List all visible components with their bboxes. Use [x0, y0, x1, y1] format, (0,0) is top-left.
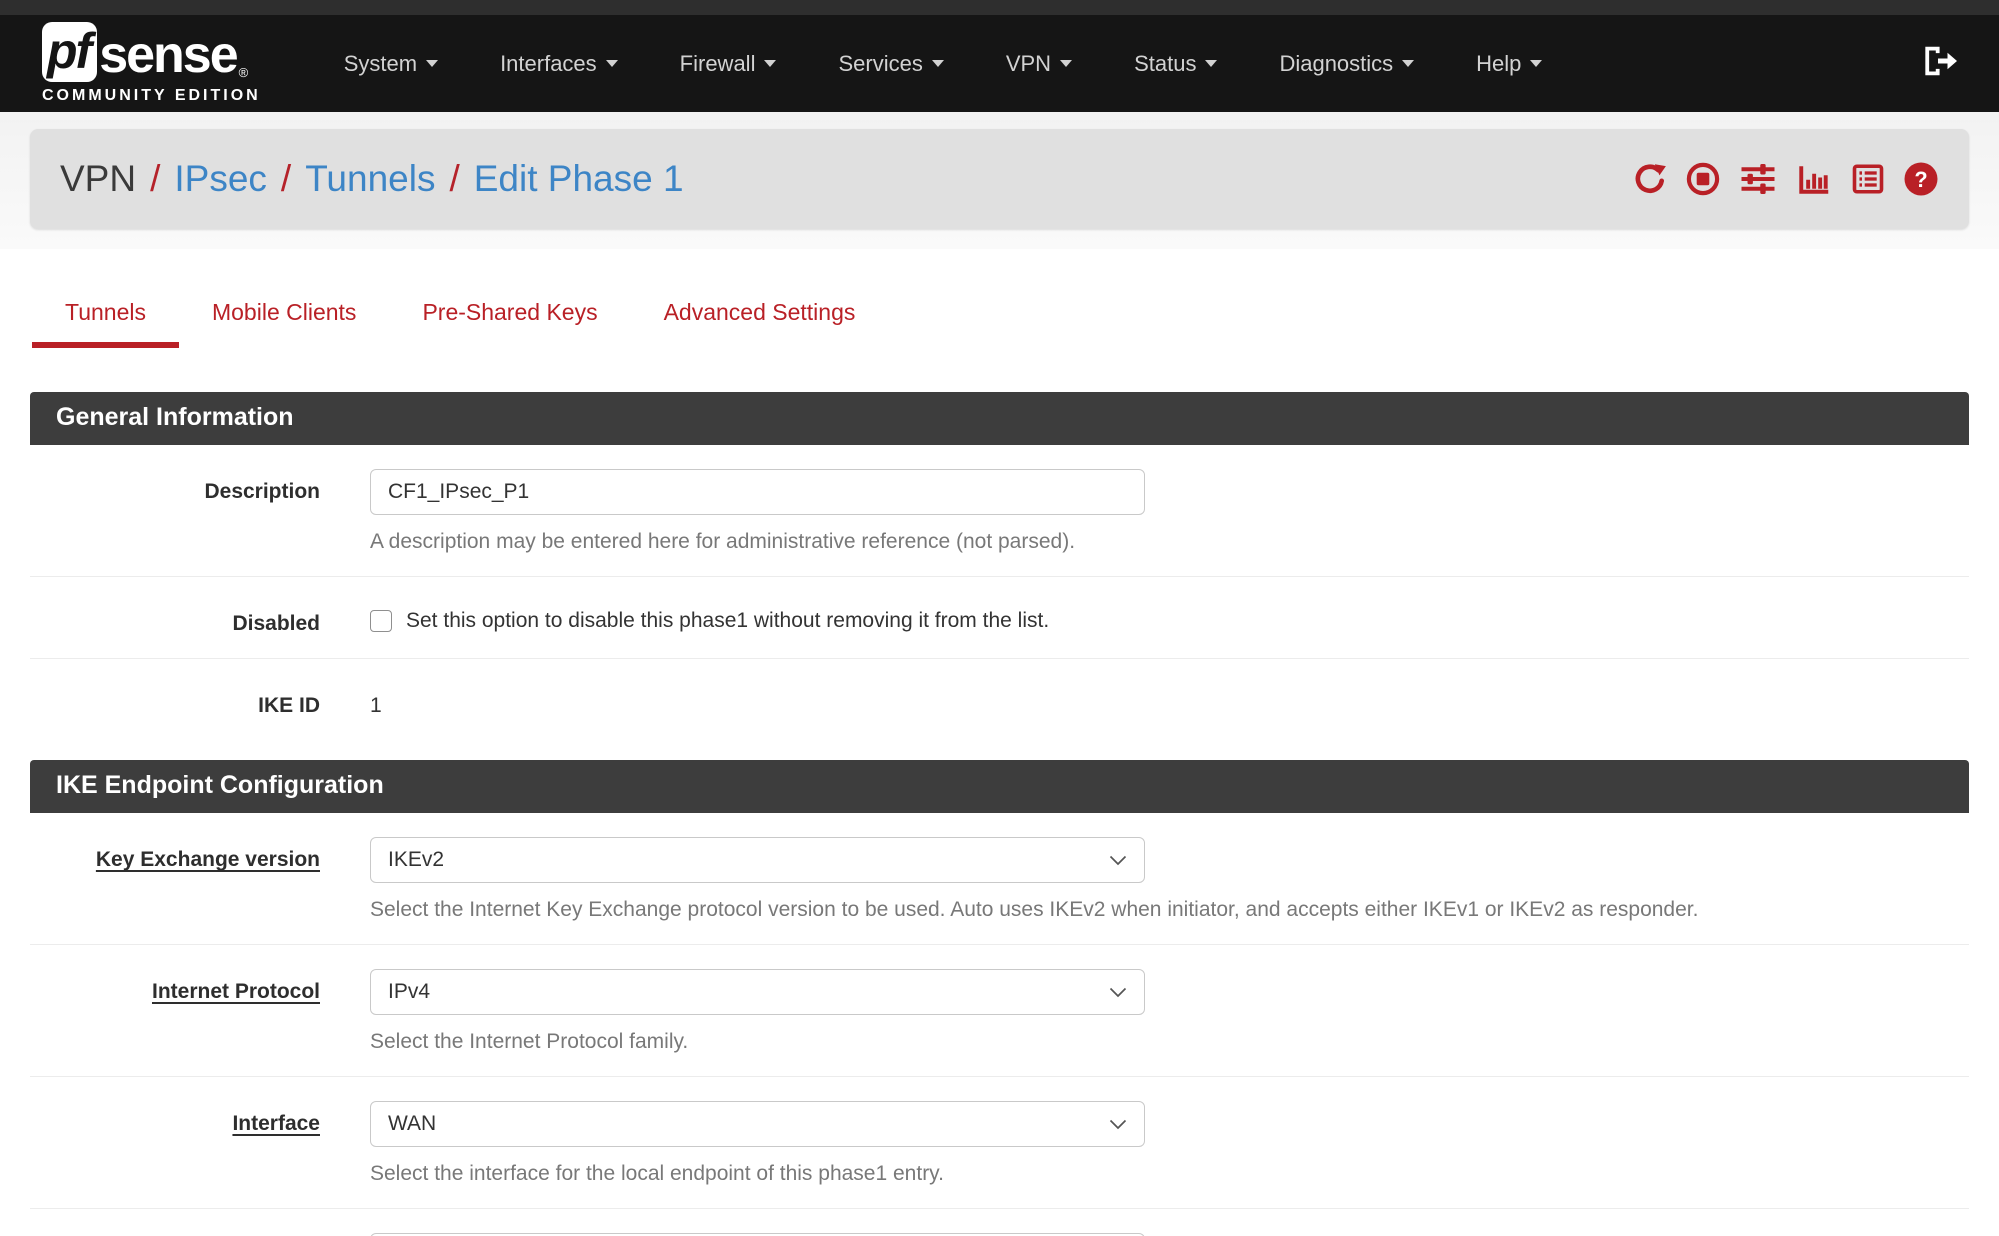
- tab-advanced-settings[interactable]: Advanced Settings: [631, 289, 889, 348]
- description-label: Description: [30, 469, 320, 554]
- status-chart-icon[interactable]: [1795, 161, 1833, 197]
- disabled-checkbox-label[interactable]: Set this option to disable this phase1 w…: [406, 609, 1049, 633]
- disabled-checkbox[interactable]: [370, 610, 392, 632]
- key-exchange-version-help: Select the Internet Key Exchange protoco…: [370, 898, 1698, 922]
- help-icon[interactable]: ?: [1903, 161, 1939, 197]
- breadcrumb-region: VPN / IPsec / Tunnels / Edit Phase 1: [0, 112, 1999, 249]
- chevron-down-icon: [1109, 848, 1127, 872]
- sign-out-icon: [1919, 42, 1957, 85]
- refresh-icon[interactable]: [1632, 161, 1668, 197]
- caret-down-icon: [426, 60, 438, 67]
- internet-protocol-label: Internet Protocol: [30, 969, 320, 1054]
- description-input[interactable]: [370, 469, 1145, 515]
- breadcrumb: VPN / IPsec / Tunnels / Edit Phase 1: [30, 129, 1969, 229]
- nav-item-help[interactable]: Help: [1445, 15, 1573, 112]
- caret-down-icon: [1530, 60, 1542, 67]
- logout-button[interactable]: [1919, 42, 1957, 85]
- ike-endpoint-configuration-header: IKE Endpoint Configuration: [30, 760, 1969, 813]
- ike-id-row: IKE ID 1: [30, 659, 1969, 740]
- breadcrumb-tunnels-link[interactable]: Tunnels: [305, 158, 435, 200]
- nav-item-interfaces[interactable]: Interfaces: [469, 15, 649, 112]
- registered-mark: ®: [239, 65, 249, 80]
- main-navbar: pf sense ® COMMUNITY EDITION System Inte…: [0, 15, 1999, 112]
- internet-protocol-select[interactable]: IPv4: [370, 969, 1145, 1015]
- caret-down-icon: [1060, 60, 1072, 67]
- nav-item-status[interactable]: Status: [1103, 15, 1248, 112]
- nav-item-vpn[interactable]: VPN: [975, 15, 1103, 112]
- community-edition-tagline: COMMUNITY EDITION: [42, 87, 261, 105]
- nav-item-system[interactable]: System: [313, 15, 469, 112]
- breadcrumb-edit-phase1-link[interactable]: Edit Phase 1: [474, 158, 684, 200]
- breadcrumb-separator: /: [281, 158, 291, 200]
- nav-item-diagnostics[interactable]: Diagnostics: [1248, 15, 1445, 112]
- internet-protocol-help: Select the Internet Protocol family.: [370, 1030, 1145, 1054]
- sense-logo-text: sense: [99, 28, 236, 82]
- disabled-label: Disabled: [30, 601, 320, 636]
- stop-service-icon[interactable]: [1685, 161, 1721, 197]
- breadcrumb-separator: /: [150, 158, 160, 200]
- tab-tunnels[interactable]: Tunnels: [32, 289, 179, 348]
- breadcrumb-ipsec-link[interactable]: IPsec: [174, 158, 267, 200]
- interface-label: Interface: [30, 1101, 320, 1186]
- general-information-header: General Information: [30, 392, 1969, 445]
- nav-item-services[interactable]: Services: [807, 15, 974, 112]
- key-exchange-version-row: Key Exchange version IKEv2 Select the In…: [30, 813, 1969, 945]
- sliders-icon[interactable]: [1738, 161, 1778, 197]
- interface-row: Interface WAN Select the interface for t…: [30, 1077, 1969, 1209]
- nav-item-firewall[interactable]: Firewall: [649, 15, 808, 112]
- svg-text:?: ?: [1914, 167, 1927, 192]
- interface-help: Select the interface for the local endpo…: [370, 1162, 1145, 1186]
- caret-down-icon: [932, 60, 944, 67]
- key-exchange-version-select[interactable]: IKEv2: [370, 837, 1145, 883]
- subnav-tabs: Tunnels Mobile Clients Pre-Shared Keys A…: [32, 289, 1969, 348]
- chevron-down-icon: [1109, 1112, 1127, 1136]
- nav-menu: System Interfaces Firewall Services VPN …: [313, 15, 1574, 112]
- tab-mobile-clients[interactable]: Mobile Clients: [179, 289, 389, 348]
- key-exchange-version-label: Key Exchange version: [30, 837, 320, 922]
- pf-logo-box: pf: [42, 22, 97, 82]
- chevron-down-icon: [1109, 980, 1127, 1004]
- internet-protocol-row: Internet Protocol IPv4 Select the Intern…: [30, 945, 1969, 1077]
- ike-endpoint-configuration-panel: IKE Endpoint Configuration Key Exchange …: [30, 760, 1969, 1236]
- tab-pre-shared-keys[interactable]: Pre-Shared Keys: [389, 289, 630, 348]
- description-row: Description A description may be entered…: [30, 445, 1969, 577]
- general-information-panel: General Information Description A descri…: [30, 392, 1969, 740]
- breadcrumb-vpn: VPN: [60, 158, 136, 200]
- ike-id-label: IKE ID: [30, 683, 320, 718]
- remote-gateway-row: Remote Gateway Enter the public IP addre…: [30, 1209, 1969, 1236]
- description-help: A description may be entered here for ad…: [370, 530, 1145, 554]
- caret-down-icon: [1205, 60, 1217, 67]
- disabled-row: Disabled Set this option to disable this…: [30, 577, 1969, 659]
- caret-down-icon: [764, 60, 776, 67]
- interface-select[interactable]: WAN: [370, 1101, 1145, 1147]
- log-icon[interactable]: [1850, 161, 1886, 197]
- caret-down-icon: [606, 60, 618, 67]
- ike-id-value: 1: [370, 683, 382, 718]
- page-action-icons: ?: [1632, 161, 1939, 197]
- browser-top-strip: [0, 0, 1999, 15]
- caret-down-icon: [1402, 60, 1414, 67]
- breadcrumb-separator: /: [449, 158, 459, 200]
- pfsense-logo[interactable]: pf sense ® COMMUNITY EDITION: [42, 22, 261, 105]
